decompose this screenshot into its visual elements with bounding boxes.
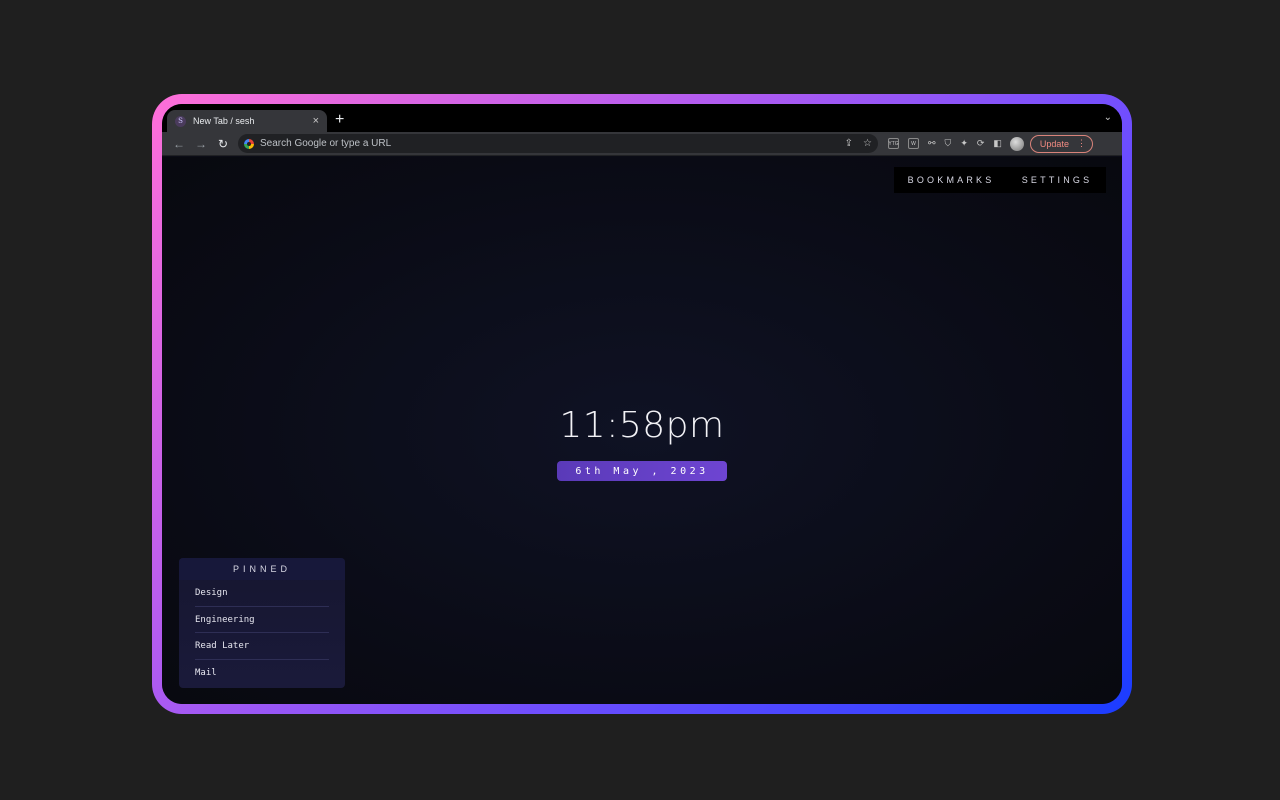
shield-extension-icon[interactable]: ⛉	[945, 138, 952, 149]
ytg-extension-icon[interactable]: YTG	[888, 138, 899, 149]
browser-toolbar: ← → ↻ Search Google or type a URL ⇪ ☆ YT…	[162, 132, 1122, 156]
browser-window: S New Tab / sesh × + ⌄ ← → ↻ Search Goog…	[162, 104, 1122, 704]
pinned-item-engineering[interactable]: Engineering	[195, 607, 329, 634]
date-badge: 6th May , 2023	[557, 461, 727, 481]
pinned-item-design[interactable]: Design	[195, 580, 329, 607]
update-button[interactable]: Update ⋮	[1029, 134, 1093, 153]
close-icon[interactable]: ×	[313, 115, 319, 127]
tab-new-tab[interactable]: S New Tab / sesh ×	[167, 110, 327, 132]
chevron-down-icon[interactable]: ⌄	[1104, 112, 1112, 123]
puzzle-icon[interactable]: ✦	[960, 138, 968, 149]
sidepanel-icon[interactable]: ◧	[993, 138, 1002, 149]
new-tab-button[interactable]: +	[335, 110, 344, 130]
reader-extension-icon[interactable]: W	[908, 138, 919, 149]
tab-title: New Tab / sesh	[193, 116, 255, 126]
bookmarks-link[interactable]: BOOKMARKS	[908, 175, 995, 185]
pinned-title: PINNED	[179, 558, 345, 580]
clock-time: 11:58pm	[559, 405, 725, 446]
pinned-item-mail[interactable]: Mail	[195, 660, 329, 687]
reload-button[interactable]: ↻	[212, 137, 234, 151]
profile-avatar[interactable]	[1009, 136, 1024, 151]
forward-button[interactable]: →	[190, 137, 212, 151]
share-icon[interactable]: ⇪	[845, 138, 853, 149]
tab-strip: S New Tab / sesh × + ⌄	[162, 104, 1122, 132]
sync-extension-icon[interactable]: ⟳	[977, 138, 985, 149]
back-button[interactable]: ←	[168, 137, 190, 151]
pinned-item-read-later[interactable]: Read Later	[195, 633, 329, 661]
pinned-list: Design Engineering Read Later Mail	[179, 580, 345, 687]
address-bar[interactable]: Search Google or type a URL ⇪ ☆	[238, 134, 878, 153]
sesh-favicon-icon: S	[175, 115, 186, 127]
pinned-panel: PINNED Design Engineering Read Later Mai…	[179, 558, 345, 688]
settings-link[interactable]: SETTINGS	[1022, 175, 1093, 185]
google-icon	[244, 138, 254, 149]
omnibox-actions: ⇪ ☆	[845, 138, 872, 149]
star-icon[interactable]: ☆	[863, 138, 872, 149]
address-bar-placeholder: Search Google or type a URL	[260, 138, 392, 149]
glasses-extension-icon[interactable]: ⚯	[928, 138, 936, 149]
gradient-frame: S New Tab / sesh × + ⌄ ← → ↻ Search Goog…	[152, 94, 1132, 714]
new-tab-page: BOOKMARKS SETTINGS 11:58pm 6th May , 202…	[162, 157, 1122, 704]
top-nav: BOOKMARKS SETTINGS	[894, 167, 1106, 193]
update-label: Update	[1039, 138, 1069, 149]
extensions-area: YTG W ⚯ ⛉ ✦ ⟳ ◧	[888, 138, 1002, 149]
kebab-menu-icon: ⋮	[1076, 138, 1086, 148]
